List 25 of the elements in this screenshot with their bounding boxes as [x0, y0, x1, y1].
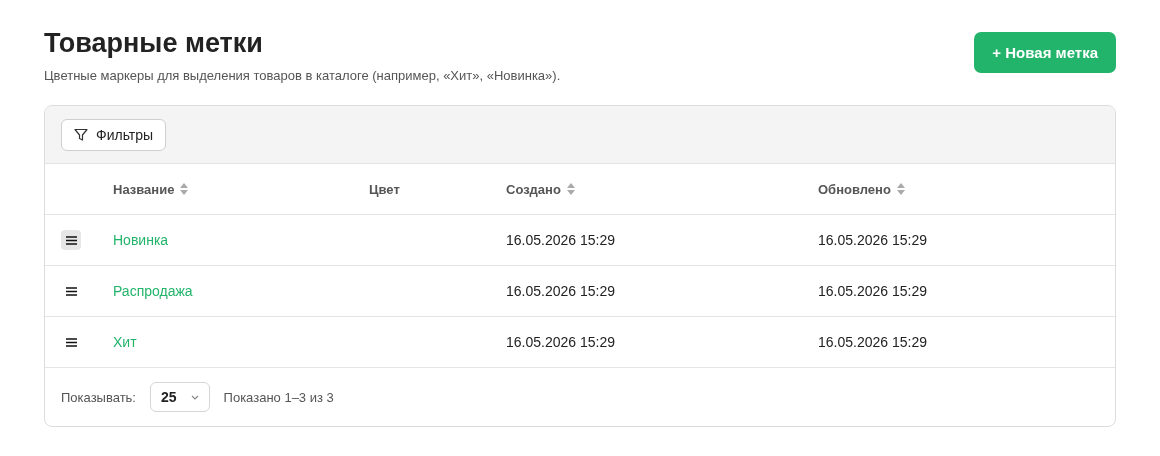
table-cell-text: 16.05.2026 15:29 [818, 283, 928, 299]
chevron-down-icon [190, 394, 199, 400]
sort-icon [566, 183, 575, 195]
table-cell-text: 16.05.2026 15:29 [506, 232, 616, 248]
table-cell-text: 16.05.2026 15:29 [506, 334, 616, 350]
page-subtitle: Цветные маркеры для выделения товаров в каталоге (например, «Хит», «Новинка»). [44, 68, 561, 83]
column-header: Цвет [369, 181, 401, 197]
drag-handle[interactable] [61, 230, 81, 250]
table-cell-text: 16.05.2026 15:29 [506, 283, 616, 299]
column-header[interactable]: Создано [506, 181, 818, 197]
table-cell-text: 16.05.2026 15:29 [818, 232, 928, 248]
filters-button[interactable]: Фильтры [61, 118, 167, 151]
column-header[interactable]: Обновлено [818, 181, 1115, 197]
filter-icon [74, 127, 88, 142]
sort-icon [896, 183, 905, 195]
menu-icon [65, 286, 77, 296]
menu-icon [65, 235, 77, 245]
menu-icon [65, 337, 77, 347]
pagination-summary: Показано 1–3 из 3 [223, 389, 334, 405]
page-size-label: Показывать: [61, 389, 136, 405]
column-header[interactable]: Название [113, 181, 369, 197]
page-title: Товарные метки [44, 28, 264, 58]
table-cell-text: 16.05.2026 15:29 [818, 334, 928, 350]
sort-icon [180, 183, 189, 195]
page-size-select[interactable]: 25 [150, 382, 210, 412]
